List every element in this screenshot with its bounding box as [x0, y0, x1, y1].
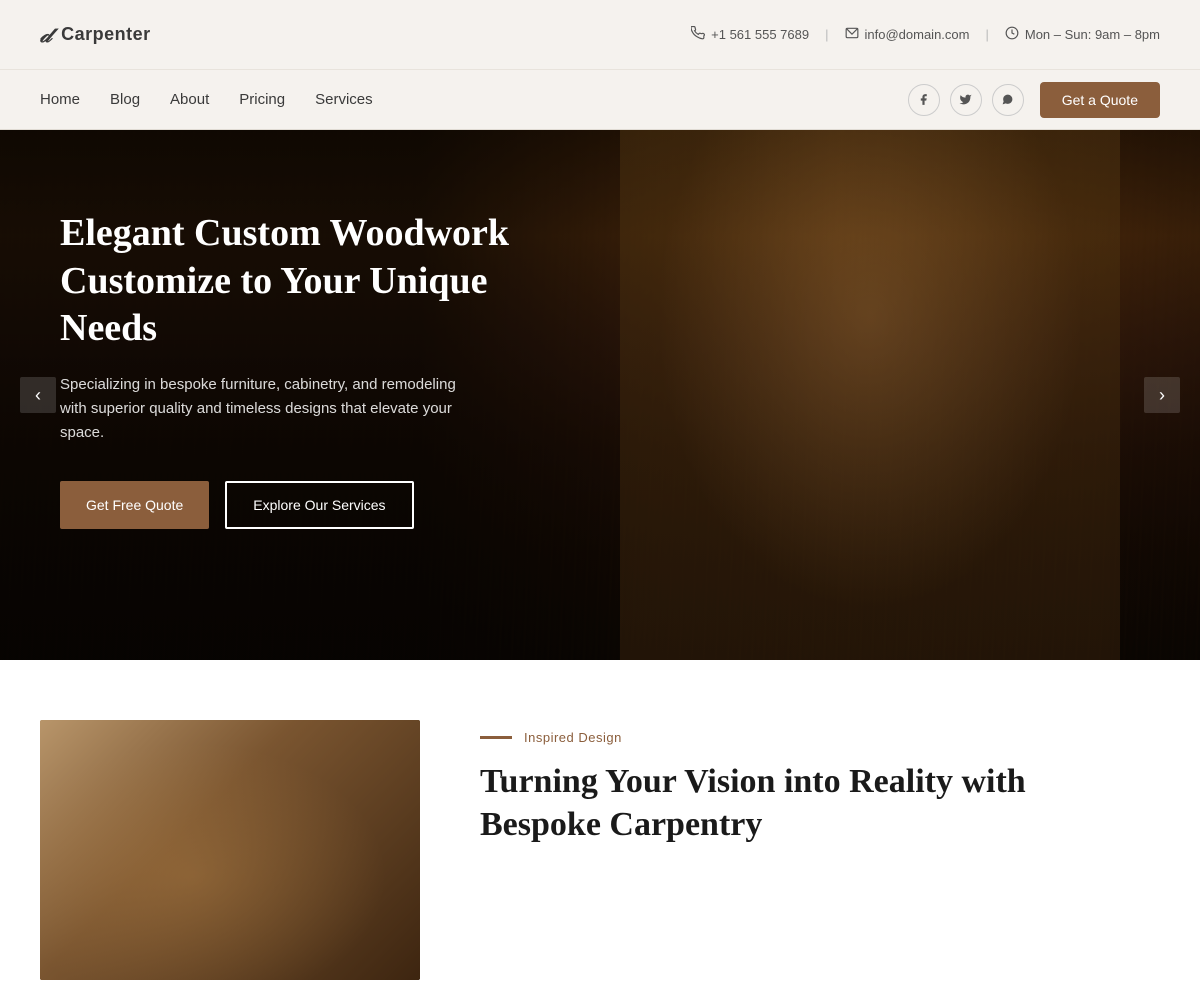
- nav-pricing[interactable]: Pricing: [239, 91, 285, 108]
- section-label: Inspired Design: [480, 730, 1160, 745]
- nav-right: Get a Quote: [908, 82, 1160, 118]
- nav-home[interactable]: Home: [40, 91, 80, 108]
- phone-number: +1 561 555 7689: [711, 27, 809, 42]
- chevron-left-icon: ‹: [35, 385, 41, 406]
- section-label-line: [480, 736, 512, 739]
- logo-text: Carpenter: [61, 24, 151, 45]
- section-title: Turning Your Vision into Reality with Be…: [480, 761, 1160, 846]
- clock-icon: [1005, 26, 1019, 43]
- below-hero-section: Inspired Design Turning Your Vision into…: [0, 660, 1200, 1000]
- section-title-line2: Bespoke Carpentry: [480, 806, 762, 843]
- section-title-line1: Turning Your Vision into Reality with: [480, 763, 1026, 800]
- whatsapp-icon[interactable]: [992, 84, 1024, 116]
- phone-icon: [691, 26, 705, 43]
- nav-links: Home Blog About Pricing Services: [40, 91, 373, 108]
- chevron-right-icon: ›: [1159, 385, 1165, 406]
- hero-content: Elegant Custom Woodwork Customize to You…: [0, 130, 580, 609]
- hero-prev-arrow[interactable]: ‹: [20, 377, 56, 413]
- social-icons: [908, 84, 1024, 116]
- twitter-icon[interactable]: [950, 84, 982, 116]
- email-address: info@domain.com: [865, 27, 970, 42]
- nav-about[interactable]: About: [170, 91, 209, 108]
- facebook-icon[interactable]: [908, 84, 940, 116]
- top-bar: 𝒹 Carpenter +1 561 555 7689 | info@domai…: [0, 0, 1200, 70]
- get-quote-button[interactable]: Get a Quote: [1040, 82, 1160, 118]
- hero-next-arrow[interactable]: ›: [1144, 377, 1180, 413]
- logo[interactable]: 𝒹 Carpenter: [40, 22, 151, 48]
- hero-title: Elegant Custom Woodwork Customize to You…: [60, 210, 520, 353]
- hours-item: Mon – Sun: 9am – 8pm: [1005, 26, 1160, 43]
- nav-services[interactable]: Services: [315, 91, 373, 108]
- email-item: info@domain.com: [845, 26, 970, 43]
- hero-person-image: [620, 130, 1120, 660]
- hero-subtitle: Specializing in bespoke furniture, cabin…: [60, 373, 480, 445]
- below-image-inner: [40, 720, 420, 980]
- email-icon: [845, 26, 859, 43]
- nav-blog[interactable]: Blog: [110, 91, 140, 108]
- logo-icon: 𝒹: [40, 22, 51, 48]
- phone-item: +1 561 555 7689: [691, 26, 809, 43]
- below-image: [40, 720, 420, 980]
- section-label-text: Inspired Design: [524, 730, 622, 745]
- business-hours: Mon – Sun: 9am – 8pm: [1025, 27, 1160, 42]
- hero-buttons: Get Free Quote Explore Our Services: [60, 481, 520, 529]
- contact-info: +1 561 555 7689 | info@domain.com | Mon …: [691, 26, 1160, 43]
- explore-services-button[interactable]: Explore Our Services: [225, 481, 413, 529]
- nav-bar: Home Blog About Pricing Services Get a Q…: [0, 70, 1200, 130]
- below-text: Inspired Design Turning Your Vision into…: [480, 720, 1160, 846]
- get-free-quote-button[interactable]: Get Free Quote: [60, 481, 209, 529]
- hero-section: Elegant Custom Woodwork Customize to You…: [0, 130, 1200, 660]
